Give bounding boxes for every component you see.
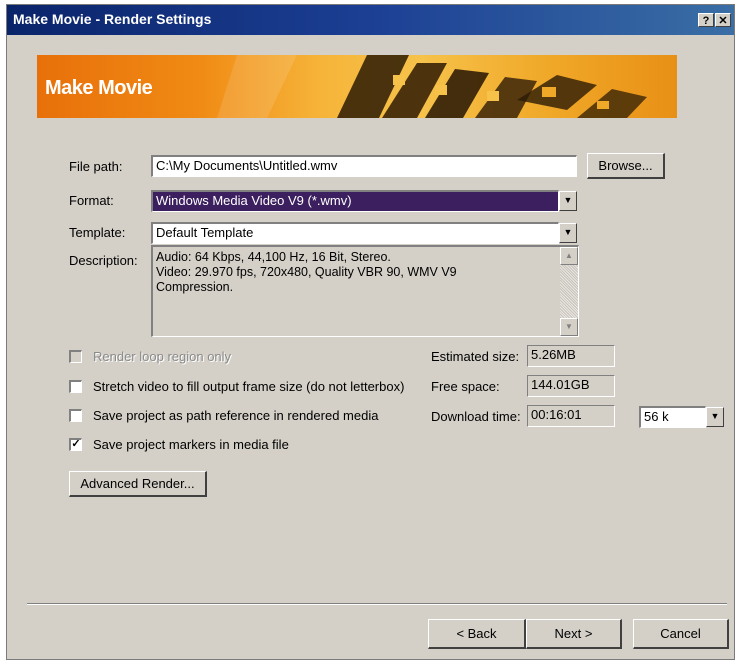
connection-speed-dropdown[interactable]: 56 k ▼ <box>639 406 724 428</box>
chevron-down-icon[interactable]: ▼ <box>706 407 724 427</box>
chevron-down-icon[interactable]: ▼ <box>559 191 577 211</box>
connection-speed-value: 56 k <box>639 406 706 428</box>
path-reference-label[interactable]: Save project as path reference in render… <box>93 408 378 423</box>
render-settings-dialog: Make Movie - Render Settings ? ✕ Make Mo… <box>6 4 735 660</box>
description-line: Video: 29.970 fps, 720x480, Quality VBR … <box>156 265 457 279</box>
description-text: Audio: 64 Kbps, 44,100 Hz, 16 Bit, Stere… <box>156 250 551 295</box>
banner-title: Make Movie <box>45 77 153 99</box>
save-markers-checkbox[interactable]: ✓ <box>69 438 82 451</box>
save-markers-label[interactable]: Save project markers in media file <box>93 437 289 452</box>
file-path-label: File path: <box>69 159 123 174</box>
template-value: Default Template <box>151 222 559 244</box>
title-bar[interactable]: Make Movie - Render Settings ? ✕ <box>7 5 734 35</box>
stretch-video-checkbox[interactable] <box>69 380 82 393</box>
description-line: Compression. <box>156 280 234 294</box>
template-dropdown[interactable]: Default Template ▼ <box>151 222 577 244</box>
advanced-render-button[interactable]: Advanced Render... <box>69 471 207 497</box>
checkmark-icon: ✓ <box>71 438 81 450</box>
path-reference-checkbox[interactable] <box>69 409 82 422</box>
cancel-button[interactable]: Cancel <box>633 619 729 649</box>
estimated-size-label: Estimated size: <box>431 349 520 364</box>
divider-highlight <box>27 604 727 605</box>
next-button[interactable]: Next > <box>526 619 622 649</box>
scroll-down-icon[interactable]: ▼ <box>560 318 578 336</box>
format-value: Windows Media Video V9 (*.wmv) <box>151 190 559 212</box>
download-time-label: Download time: <box>431 409 521 424</box>
help-button[interactable]: ? <box>698 13 714 27</box>
format-dropdown[interactable]: Windows Media Video V9 (*.wmv) ▼ <box>151 190 577 212</box>
file-path-input[interactable]: C:\My Documents\Untitled.wmv <box>151 155 577 177</box>
chevron-down-icon[interactable]: ▼ <box>559 223 577 243</box>
description-box: Audio: 64 Kbps, 44,100 Hz, 16 Bit, Stere… <box>151 245 579 337</box>
window-title: Make Movie - Render Settings <box>13 11 212 27</box>
render-loop-checkbox <box>69 350 82 363</box>
description-label: Description: <box>69 253 138 268</box>
estimated-size-value: 5.26MB <box>527 345 615 367</box>
download-time-value: 00:16:01 <box>527 405 615 427</box>
format-label: Format: <box>69 193 114 208</box>
close-button[interactable]: ✕ <box>715 13 731 27</box>
browse-button[interactable]: Browse... <box>587 153 665 179</box>
scroll-up-icon[interactable]: ▲ <box>560 247 578 265</box>
template-label: Template: <box>69 225 126 240</box>
free-space-label: Free space: <box>431 379 500 394</box>
stretch-video-label[interactable]: Stretch video to fill output frame size … <box>93 379 404 394</box>
description-line: Audio: 64 Kbps, 44,100 Hz, 16 Bit, Stere… <box>156 250 391 264</box>
description-scrollbar[interactable]: ▲ ▼ <box>560 247 578 336</box>
free-space-value: 144.01GB <box>527 375 615 397</box>
make-movie-banner: Make Movie <box>37 55 677 118</box>
back-button[interactable]: < Back <box>428 619 526 649</box>
render-loop-label: Render loop region only <box>93 349 232 364</box>
